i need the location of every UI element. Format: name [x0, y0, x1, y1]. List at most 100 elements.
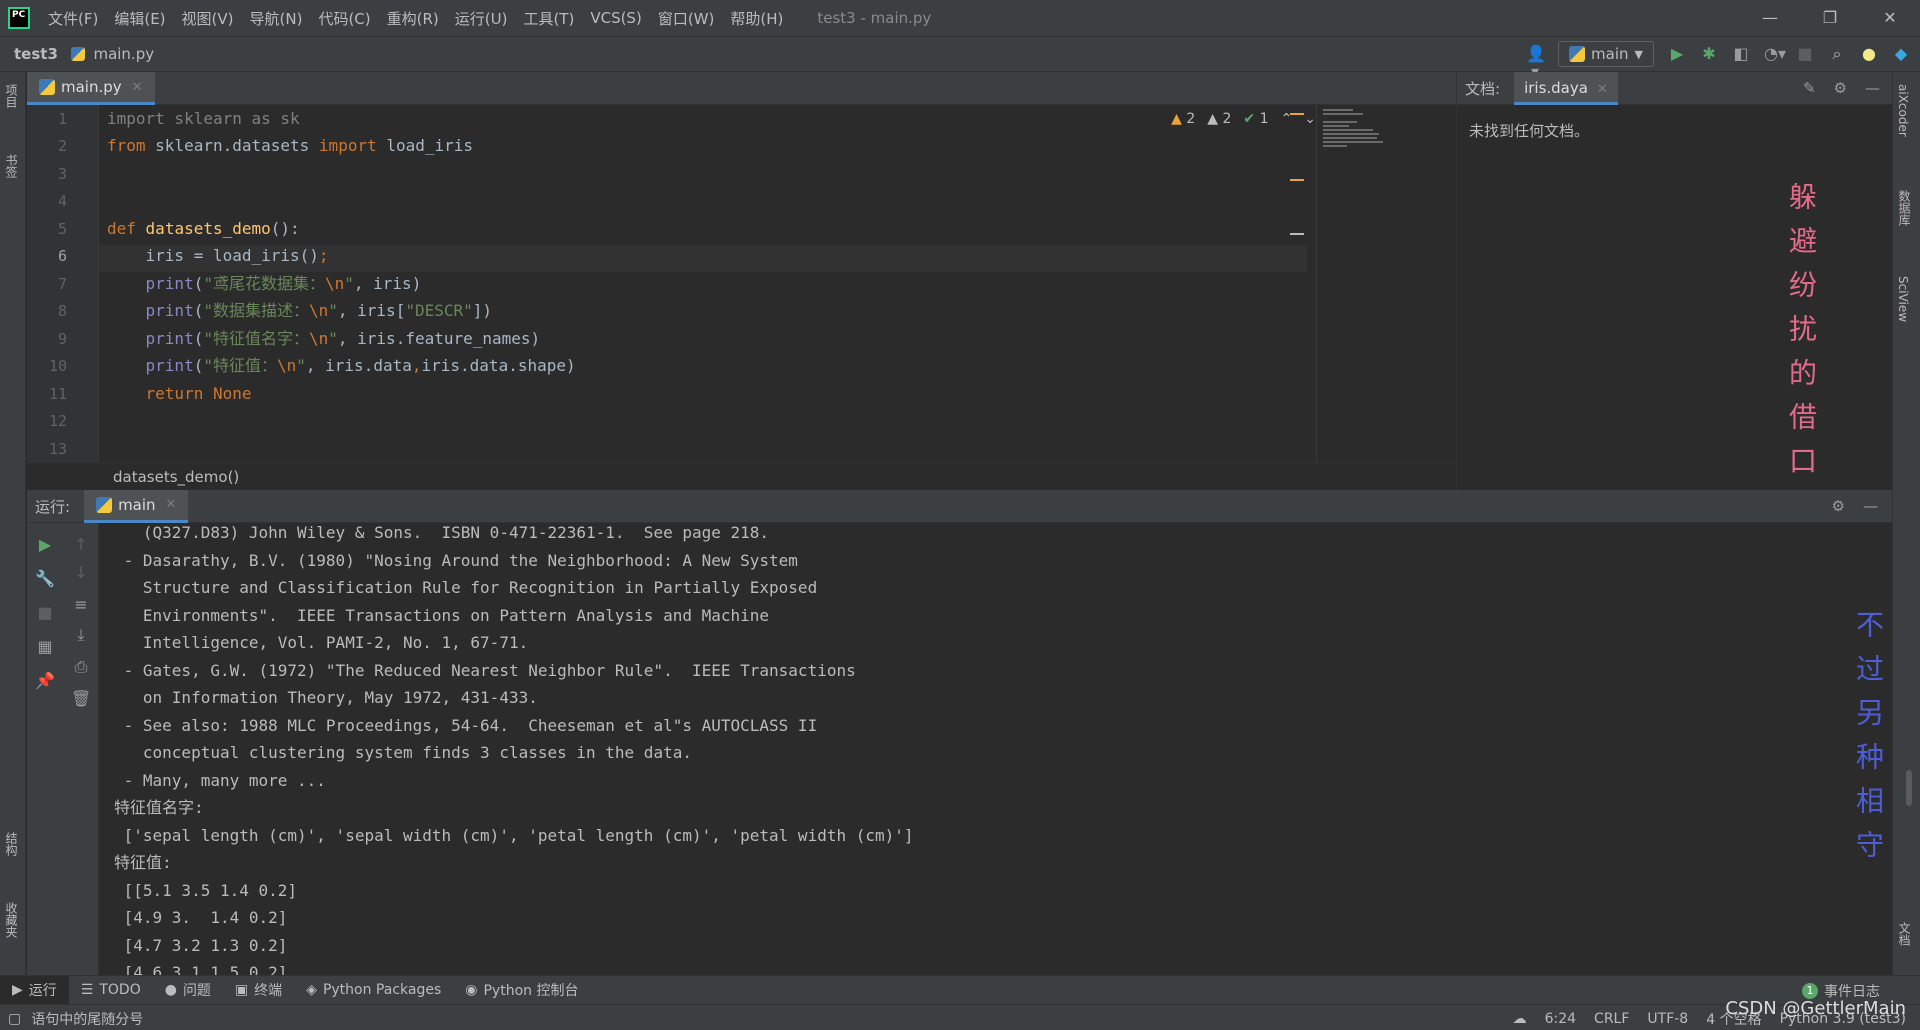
run-config-selector[interactable]: main ▼ [1558, 41, 1654, 67]
layout-icon[interactable]: ▦ [35, 637, 55, 657]
run-console-output[interactable]: (Q327.D83) John Wiley & Sons. ISBN 0-471… [100, 523, 1892, 975]
project-tool-tab[interactable]: 项目 [3, 84, 20, 108]
tool-tab-terminal[interactable]: ▣ 终端 [223, 980, 294, 1000]
menu-tools[interactable]: 工具(T) [515, 8, 582, 29]
network-icon[interactable]: ☁ [1513, 1011, 1527, 1027]
hide-panel-icon[interactable]: — [1863, 497, 1878, 515]
bookmarks-tool-tab[interactable]: 书签 [3, 154, 20, 178]
minimize-icon[interactable]: — [1740, 0, 1800, 36]
print-icon[interactable]: ⎙ [71, 657, 91, 677]
tool-tab-python-console[interactable]: ◉ Python 控制台 [453, 980, 590, 1000]
rerun-icon[interactable]: ▶ [35, 535, 55, 555]
hide-panel-icon[interactable]: — [1865, 79, 1880, 97]
menu-help[interactable]: 帮助(H) [722, 8, 791, 29]
tool-tab-label: 问题 [182, 983, 211, 999]
soft-wrap-icon[interactable]: ≡ [71, 595, 91, 615]
code-breadcrumb[interactable]: datasets_demo() [113, 468, 239, 486]
arrow-down-icon[interactable]: ↓ [71, 563, 91, 583]
tab-main-py[interactable]: main.py ✕ [27, 72, 155, 105]
database-tool-tab[interactable]: 数据库 [1896, 190, 1913, 226]
sciview-tool-tab[interactable]: SciView [1896, 276, 1910, 322]
code-minimap[interactable] [1316, 105, 1456, 462]
warning-icon: ▲ [1171, 111, 1182, 127]
run-icon: ▶ [12, 982, 23, 998]
structure-tool-tab[interactable]: 结构 [3, 832, 20, 856]
python-icon [1569, 46, 1586, 62]
menu-edit[interactable]: 编辑(E) [106, 8, 173, 29]
breadcrumb-project[interactable]: test3 [14, 45, 58, 63]
close-tab-icon[interactable]: ✕ [1597, 82, 1608, 97]
line-separator[interactable]: CRLF [1594, 1011, 1629, 1027]
tool-tab-run[interactable]: ▶ 运行 [0, 975, 69, 1005]
run-icon[interactable]: ▶ [1668, 45, 1686, 63]
line-number: 9 [57, 330, 67, 348]
console-line: conceptual clustering system finds 3 cla… [114, 743, 692, 762]
menu-vcs[interactable]: VCS(S) [582, 9, 649, 27]
line-number: 7 [57, 275, 67, 293]
error-stripe-mark[interactable] [1290, 113, 1304, 115]
menu-window[interactable]: 窗口(W) [650, 8, 723, 29]
warning-count-b: 2 [1222, 111, 1232, 127]
line-number: 4 [57, 192, 67, 210]
tab-iris-daya[interactable]: iris.daya ✕ [1514, 71, 1618, 105]
console-line: - Many, many more ... [114, 770, 326, 790]
restore-icon[interactable]: ❐ [1800, 0, 1860, 36]
file-encoding[interactable]: UTF-8 [1647, 1011, 1688, 1027]
caret-position[interactable]: 6:24 [1545, 1011, 1576, 1027]
coverage-icon[interactable]: ◧ [1732, 45, 1750, 63]
pycharm-logo-icon [8, 7, 30, 29]
code-editor[interactable]: 1 2 3 4 5 6 7 8 9 10 11 12 13 import skl… [27, 105, 1456, 462]
gear-icon[interactable]: ⚙ [1834, 79, 1847, 97]
gear-icon[interactable]: ⚙ [1832, 497, 1845, 515]
menu-navigate[interactable]: 导航(N) [242, 8, 311, 29]
docs-tool-tab[interactable]: 文档 [1896, 922, 1913, 946]
menu-view[interactable]: 视图(V) [174, 8, 242, 29]
code-line-8: print("数据集描述：\n", iris["DESCR"]) [145, 301, 493, 320]
tool-tab-problems[interactable]: ● 问题 [153, 980, 223, 1000]
profile-icon[interactable]: ◔▾ [1764, 45, 1786, 63]
menu-code[interactable]: 代码(C) [310, 8, 378, 29]
toggle-tool-windows-icon[interactable]: ▢ [8, 1011, 21, 1027]
stop-icon[interactable]: ■ [35, 603, 55, 623]
tab-run-main[interactable]: main ✕ [84, 489, 189, 523]
console-line: 特征值: [114, 853, 172, 872]
search-icon[interactable]: ⌕ [1828, 45, 1846, 63]
favorites-tool-tab[interactable]: 收藏夹 [3, 902, 20, 938]
trash-icon[interactable]: 🗑 [71, 689, 91, 709]
wrench-icon[interactable]: 🔧 [35, 569, 55, 589]
tool-tab-python-packages[interactable]: ◈ Python Packages [294, 982, 453, 998]
line-number: 2 [57, 137, 67, 155]
close-tab-icon[interactable]: ✕ [166, 497, 177, 512]
line-number: 12 [48, 412, 67, 430]
menu-refactor[interactable]: 重构(R) [379, 8, 447, 29]
debug-icon[interactable]: ✱ [1700, 45, 1718, 63]
chevron-down-icon[interactable]: ⌄ [1304, 111, 1316, 127]
scroll-to-end-icon[interactable]: ⤓ [71, 625, 91, 645]
csdn-watermark: CSDN @GettlerMain [1725, 998, 1906, 1019]
console-scrollbar[interactable] [1906, 770, 1912, 806]
aixcoder-tool-tab[interactable]: aiXcoder [1896, 84, 1910, 137]
tool-tab-todo[interactable]: ☰ TODO [69, 982, 153, 998]
close-tab-icon[interactable]: ✕ [132, 80, 143, 95]
theme-icon[interactable]: ● [1860, 45, 1878, 63]
code-line-5: def datasets_demo(): [107, 219, 300, 238]
tool-window-bar: ▶ 运行 ☰ TODO ● 问题 ▣ 终端 ◈ Python Packages … [0, 975, 1920, 1005]
error-stripe-mark[interactable] [1290, 179, 1304, 181]
line-number: 11 [48, 385, 67, 403]
user-icon[interactable]: 👤▾ [1526, 45, 1546, 81]
editor-tab-bar: main.py ✕ [27, 72, 1456, 105]
arrow-up-icon[interactable]: ↑ [71, 535, 91, 555]
line-number: 10 [48, 357, 67, 375]
close-icon[interactable]: ✕ [1860, 0, 1920, 36]
status-bar: ▢ 语句中的尾随分号 ☁ 6:24 CRLF UTF-8 4 个空格 Pytho… [0, 1004, 1920, 1030]
pin-icon[interactable]: 📌 [35, 671, 55, 691]
error-stripe-mark[interactable] [1290, 233, 1304, 235]
menu-run[interactable]: 运行(U) [447, 8, 516, 29]
console-line: - Gates, G.W. (1972) "The Reduced Neares… [114, 660, 856, 680]
menu-file[interactable]: 文件(F) [40, 8, 106, 29]
stop-icon[interactable]: ■ [1796, 45, 1814, 63]
plugin-icon[interactable]: ◆ [1892, 45, 1910, 63]
edit-icon[interactable]: ✎ [1803, 79, 1816, 97]
tool-tab-label: 终端 [254, 983, 283, 999]
breadcrumb-file[interactable]: main.py [93, 45, 154, 63]
